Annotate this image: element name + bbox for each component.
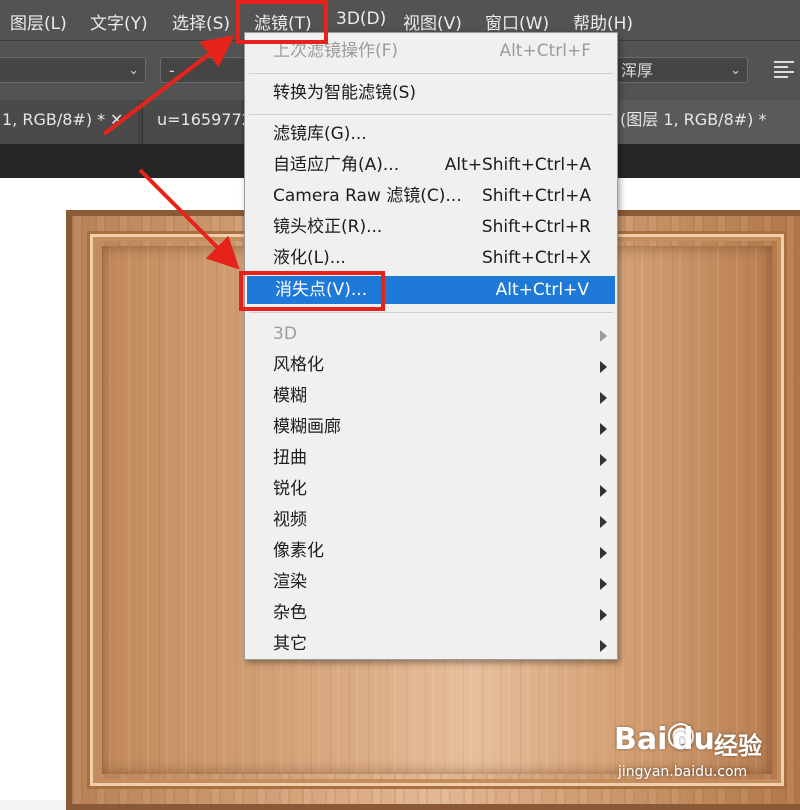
watermark-url: jingyan.baidu.com: [618, 764, 748, 780]
watermark-brand-du: du: [672, 722, 715, 757]
watermark-brand-bai: Bai: [614, 722, 668, 757]
annotation-arrows: [102, 35, 240, 270]
watermark-brand-cn: 经验: [714, 732, 762, 760]
arrow-to-filter-menu: [102, 35, 235, 136]
arrow-to-vanishing-point: [138, 168, 240, 270]
